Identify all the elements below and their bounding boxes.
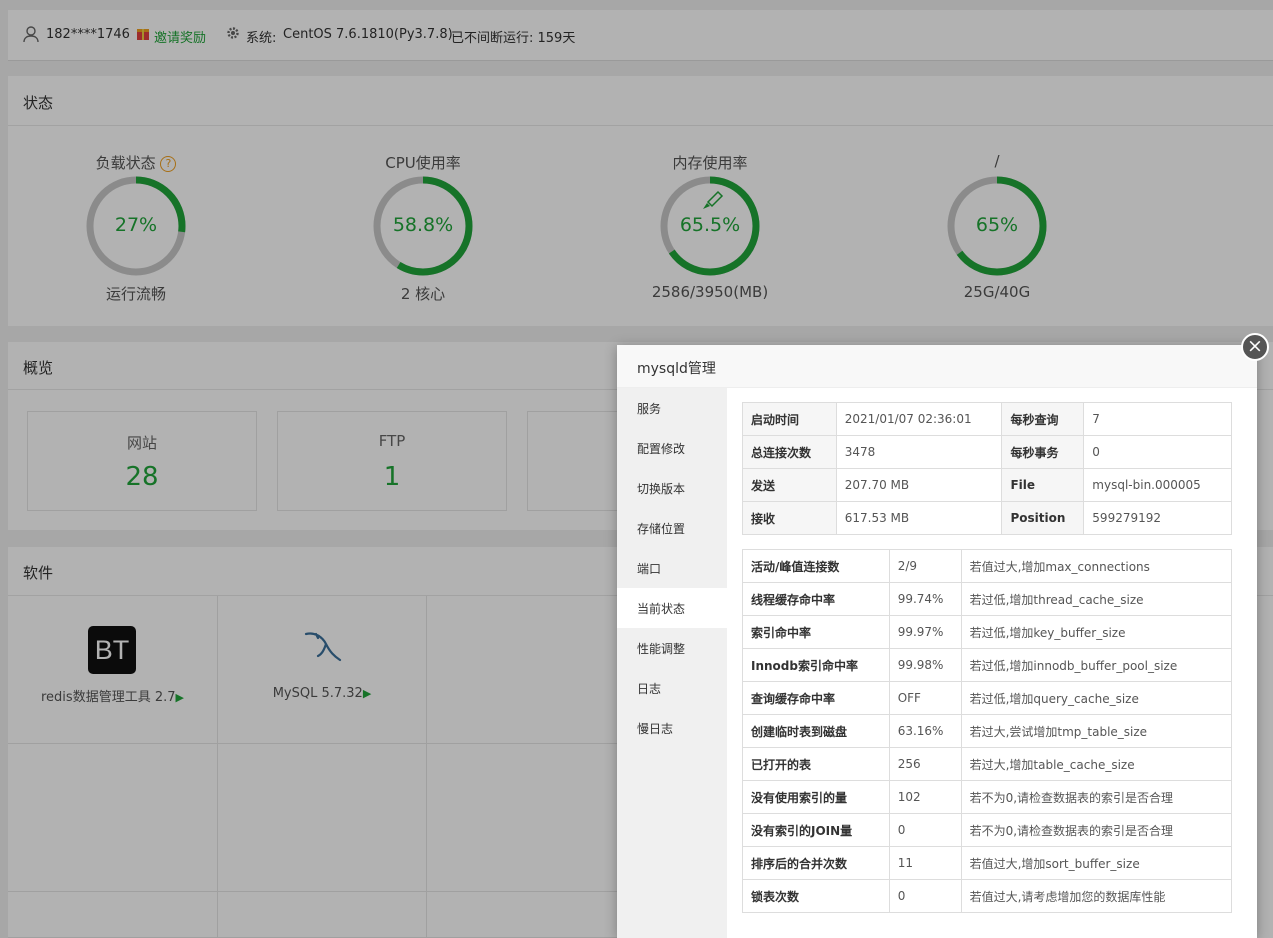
mysqld-modal: mysqld管理 服务 配置修改 切换版本 存储位置 端口 当前状态 性能调整 …	[617, 345, 1257, 938]
metric-tip: 若值过大,增加sort_buffer_size	[960, 846, 1233, 880]
metric-value: 99.98%	[888, 648, 962, 682]
metric-value: OFF	[888, 681, 962, 715]
metric-tip: 若过大,增加table_cache_size	[960, 747, 1233, 781]
metric-value: 99.74%	[888, 582, 962, 616]
summary-value: 2021/01/07 02:36:01	[835, 402, 1003, 436]
summary-key: Position	[1001, 501, 1085, 535]
summary-key: 接收	[742, 501, 837, 535]
metric-tip: 若过低,增加thread_cache_size	[960, 582, 1233, 616]
modal-title: mysqld管理	[637, 361, 716, 377]
metric-name: 已打开的表	[742, 747, 890, 781]
metric-row: 没有使用索引的量 102 若不为0,请检查数据表的索引是否合理	[742, 780, 1233, 814]
summary-value: 617.53 MB	[835, 501, 1003, 535]
metric-row: 查询缓存命中率 OFF 若过低,增加query_cache_size	[742, 681, 1233, 715]
menu-service[interactable]: 服务	[617, 388, 727, 428]
menu-slow-log[interactable]: 慢日志	[617, 708, 727, 748]
metric-value: 63.16%	[888, 714, 962, 748]
menu-version[interactable]: 切换版本	[617, 468, 727, 508]
metric-name: 线程缓存命中率	[742, 582, 890, 616]
menu-storage[interactable]: 存储位置	[617, 508, 727, 548]
summary-key: 启动时间	[742, 402, 837, 436]
metric-value: 256	[888, 747, 962, 781]
close-icon: ×	[1247, 335, 1263, 357]
metric-row: 索引命中率 99.97% 若过低,增加key_buffer_size	[742, 615, 1233, 649]
summary-value: 3478	[835, 435, 1003, 469]
summary-key: 每秒事务	[1001, 435, 1085, 469]
metric-tip: 若不为0,请检查数据表的索引是否合理	[960, 813, 1233, 847]
metric-row: 活动/峰值连接数 2/9 若值过大,增加max_connections	[742, 549, 1233, 583]
metric-value: 0	[888, 879, 962, 913]
menu-performance[interactable]: 性能调整	[617, 628, 727, 668]
summary-key: 每秒查询	[1001, 402, 1085, 436]
metric-name: Innodb索引命中率	[742, 648, 890, 682]
metric-name: 没有使用索引的量	[742, 780, 890, 814]
summary-value: 599279192	[1083, 501, 1232, 535]
metric-tip: 若过低,增加query_cache_size	[960, 681, 1233, 715]
metric-tip: 若过低,增加innodb_buffer_pool_size	[960, 648, 1233, 682]
metric-name: 查询缓存命中率	[742, 681, 890, 715]
metric-value: 0	[888, 813, 962, 847]
metric-value: 2/9	[888, 549, 962, 583]
metric-row: 锁表次数 0 若值过大,请考虑增加您的数据库性能	[742, 879, 1233, 913]
metrics-table: 活动/峰值连接数 2/9 若值过大,增加max_connections 线程缓存命中率…	[742, 549, 1233, 913]
summary-value: mysql-bin.000005	[1083, 468, 1232, 502]
metric-value: 99.97%	[888, 615, 962, 649]
metric-value: 102	[888, 780, 962, 814]
summary-key: 总连接次数	[742, 435, 837, 469]
metric-row: 创建临时表到磁盘 63.16% 若过大,尝试增加tmp_table_size	[742, 714, 1233, 748]
summary-value: 207.70 MB	[835, 468, 1003, 502]
metric-name: 没有索引的JOIN量	[742, 813, 890, 847]
summary-row: 接收 617.53 MB Position 599279192	[742, 501, 1232, 535]
metric-tip: 若值过大,增加max_connections	[960, 549, 1233, 583]
metric-name: 创建临时表到磁盘	[742, 714, 890, 748]
metric-row: 没有索引的JOIN量 0 若不为0,请检查数据表的索引是否合理	[742, 813, 1233, 847]
summary-key: File	[1001, 468, 1085, 502]
summary-value: 7	[1083, 402, 1232, 436]
modal-sidebar: 服务 配置修改 切换版本 存储位置 端口 当前状态 性能调整 日志 慢日志	[617, 388, 727, 938]
metric-name: 活动/峰值连接数	[742, 549, 890, 583]
metric-value: 11	[888, 846, 962, 880]
metric-row: 排序后的合并次数 11 若值过大,增加sort_buffer_size	[742, 846, 1233, 880]
summary-table: 启动时间 2021/01/07 02:36:01 每秒查询 7 总连接次数 3478 每秒事…	[742, 402, 1232, 535]
summary-row: 启动时间 2021/01/07 02:36:01 每秒查询 7	[742, 402, 1232, 436]
metric-row: Innodb索引命中率 99.98% 若过低,增加innodb_buffer_poo…	[742, 648, 1233, 682]
metric-tip: 若值过大,请考虑增加您的数据库性能	[960, 879, 1233, 913]
summary-row: 发送 207.70 MB File mysql-bin.000005	[742, 468, 1232, 502]
summary-value: 0	[1083, 435, 1232, 469]
metric-name: 锁表次数	[742, 879, 890, 913]
summary-row: 总连接次数 3478 每秒事务 0	[742, 435, 1232, 469]
metric-row: 线程缓存命中率 99.74% 若过低,增加thread_cache_size	[742, 582, 1233, 616]
metric-tip: 若过大,尝试增加tmp_table_size	[960, 714, 1233, 748]
metric-tip: 若过低,增加key_buffer_size	[960, 615, 1233, 649]
menu-port[interactable]: 端口	[617, 548, 727, 588]
menu-config[interactable]: 配置修改	[617, 428, 727, 468]
metric-tip: 若不为0,请检查数据表的索引是否合理	[960, 780, 1233, 814]
metric-row: 已打开的表 256 若过大,增加table_cache_size	[742, 747, 1233, 781]
modal-header: mysqld管理	[617, 345, 1257, 388]
menu-log[interactable]: 日志	[617, 668, 727, 708]
menu-status[interactable]: 当前状态	[617, 588, 727, 628]
close-button[interactable]: ×	[1241, 333, 1269, 361]
metric-name: 索引命中率	[742, 615, 890, 649]
metric-name: 排序后的合并次数	[742, 846, 890, 880]
summary-key: 发送	[742, 468, 837, 502]
